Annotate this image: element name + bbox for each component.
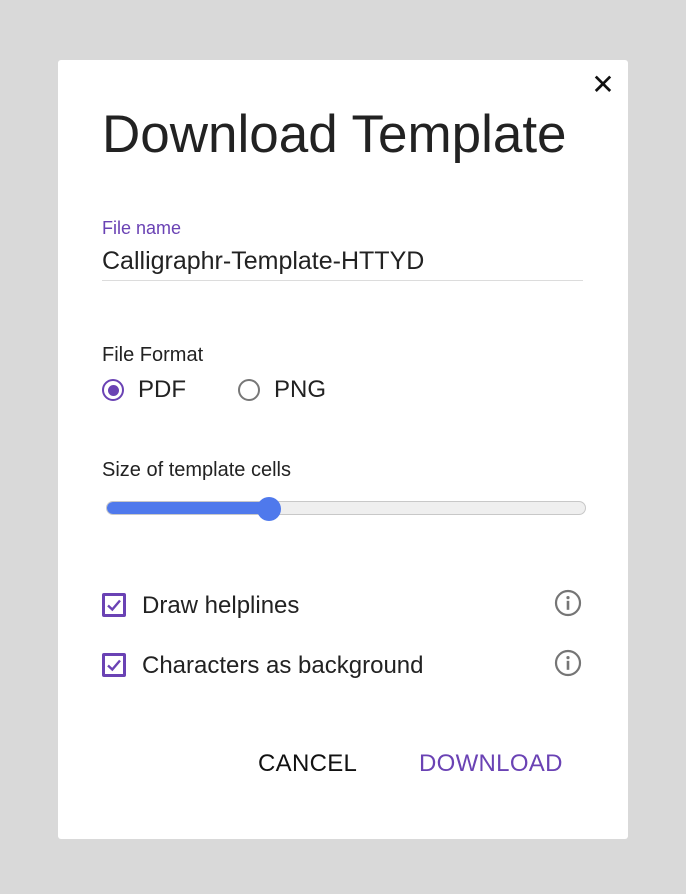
- download-template-dialog: ✕ Download Template File name File Forma…: [58, 60, 628, 839]
- draw-helplines-checkbox[interactable]: [102, 593, 126, 617]
- slider-track: [106, 501, 586, 515]
- cancel-button[interactable]: CANCEL: [258, 750, 357, 778]
- cell-size-label: Size of template cells: [102, 459, 291, 481]
- cell-size-slider[interactable]: [106, 497, 586, 521]
- draw-helplines-label: Draw helplines: [142, 592, 300, 619]
- slider-thumb[interactable]: [257, 497, 281, 521]
- file-format-label: File Format: [102, 344, 204, 366]
- radio-unselected-icon: [238, 379, 260, 401]
- close-icon[interactable]: ✕: [588, 70, 618, 100]
- radio-png[interactable]: PNG: [238, 376, 326, 404]
- info-icon[interactable]: [554, 649, 582, 677]
- radio-pdf[interactable]: PDF: [102, 376, 186, 404]
- radio-png-label: PNG: [274, 376, 327, 403]
- checkmark-icon: [107, 659, 121, 672]
- info-icon[interactable]: [554, 589, 582, 617]
- file-name-label: File name: [102, 218, 182, 238]
- radio-selected-icon: [102, 379, 124, 401]
- slider-fill: [107, 502, 270, 514]
- radio-pdf-label: PDF: [138, 376, 186, 403]
- download-button[interactable]: DOWNLOAD: [419, 750, 563, 778]
- file-name-input[interactable]: [102, 242, 583, 281]
- option-characters-background: Characters as background: [102, 649, 583, 682]
- checkmark-icon: [107, 599, 121, 612]
- dialog-title: Download Template: [102, 105, 567, 164]
- option-draw-helplines: Draw helplines: [102, 589, 583, 622]
- characters-background-label: Characters as background: [142, 652, 424, 679]
- characters-background-checkbox[interactable]: [102, 653, 126, 677]
